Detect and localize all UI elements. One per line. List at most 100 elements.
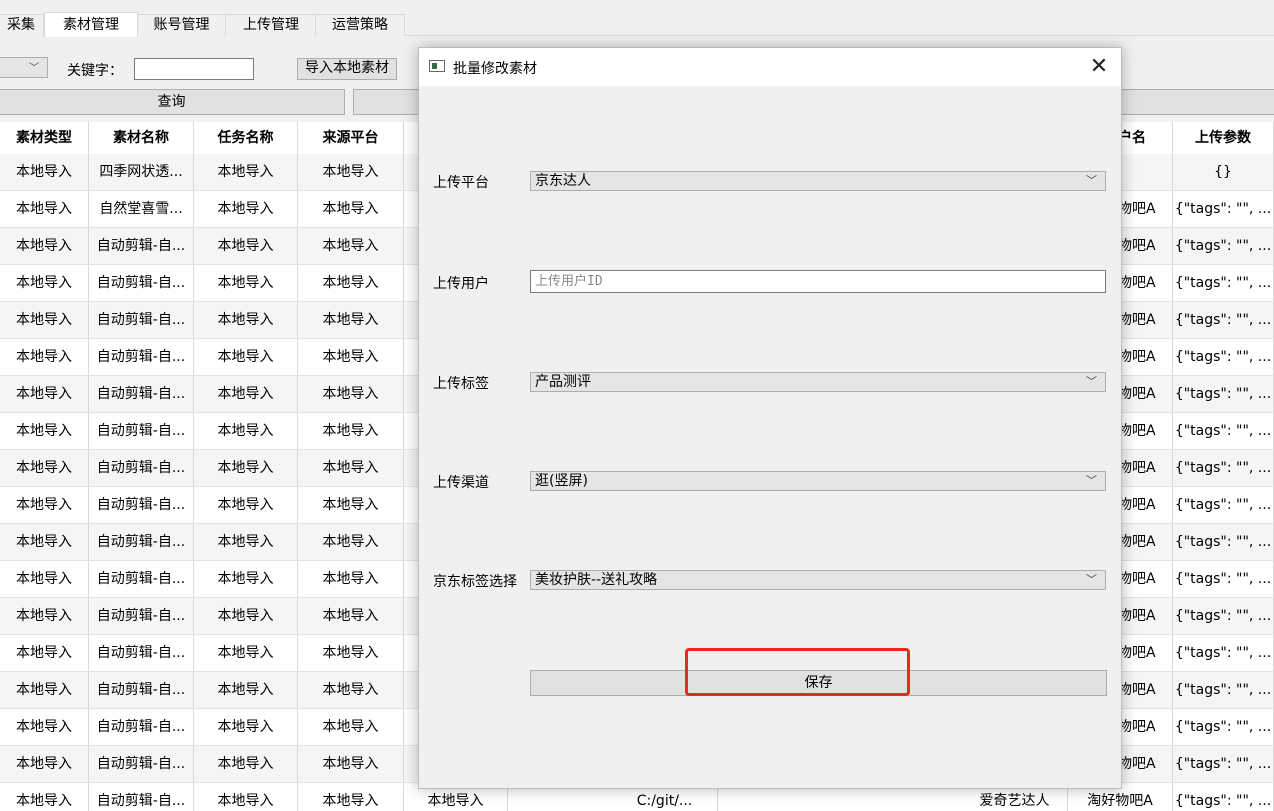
tab-collect[interactable]: 采集 [0, 14, 44, 36]
table-cell: 本地导入 [0, 709, 89, 745]
table-cell: {"tags": "", ... [1173, 376, 1274, 412]
table-cell: {"tags": "", ... [1173, 339, 1274, 375]
chevron-down-icon: ﹀ [29, 63, 39, 74]
import-local-button[interactable]: 导入本地素材 [297, 58, 397, 80]
table-cell: 本地导入 [194, 191, 298, 227]
table-cell: 自动剪辑-自... [89, 450, 194, 486]
table-cell: 本地导入 [0, 524, 89, 560]
table-cell: 物吧A [1118, 672, 1173, 708]
column-header[interactable]: 任务名称 [194, 122, 298, 154]
close-icon[interactable]: ✕ [1077, 48, 1121, 86]
table-cell [1118, 154, 1173, 190]
table-cell: {"tags": "", ... [1173, 746, 1274, 782]
table-cell: 本地导入 [298, 672, 404, 708]
highlight-box [685, 648, 910, 696]
table-cell: 自动剪辑-自... [89, 783, 194, 811]
table-cell: {"tags": "", ... [1173, 265, 1274, 301]
table-cell: 本地导入 [0, 413, 89, 449]
table-cell: 自动剪辑-自... [89, 265, 194, 301]
chevron-down-icon: ﹀ [1086, 573, 1097, 586]
table-cell: 本地导入 [0, 450, 89, 486]
upload-channel-value: 逛(竖屏) [535, 473, 588, 489]
table-cell: 本地导入 [0, 598, 89, 634]
tab-strategy[interactable]: 运营策略 [315, 14, 405, 36]
table-cell: 本地导入 [0, 783, 89, 811]
table-cell: 本地导入 [194, 598, 298, 634]
upload-user-input[interactable]: 上传用户ID [530, 270, 1106, 293]
table-cell: 本地导入 [194, 524, 298, 560]
table-cell: 自动剪辑-自... [89, 746, 194, 782]
table-cell: 本地导入 [0, 339, 89, 375]
table-cell: 自动剪辑-自... [89, 598, 194, 634]
table-cell: 本地导入 [194, 561, 298, 597]
table-cell: {"tags": "", ... [1173, 561, 1274, 597]
upload-tag-select[interactable]: 产品测评 ﹀ [530, 372, 1106, 392]
filter-dropdown[interactable]: ﹀ [0, 57, 48, 78]
upload-platform-select[interactable]: 京东达人 ﹀ [530, 171, 1106, 191]
table-cell: 物吧A [1118, 450, 1173, 486]
table-cell: 本地导入 [194, 746, 298, 782]
dialog-title: 批量修改素材 [453, 61, 537, 77]
table-cell: {"tags": "", ... [1173, 191, 1274, 227]
upload-platform-label: 上传平台 [433, 175, 489, 191]
upload-channel-select[interactable]: 逛(竖屏) ﹀ [530, 471, 1106, 491]
column-header[interactable]: 户名 [1118, 122, 1173, 154]
table-cell: 物吧A [1118, 746, 1173, 782]
jd-tag-select[interactable]: 美妆护肤--送礼攻略 ﹀ [530, 570, 1106, 590]
table-cell: {"tags": "", ... [1173, 228, 1274, 264]
table-cell: {"tags": "", ... [1173, 450, 1274, 486]
upload-channel-label: 上传渠道 [433, 475, 489, 491]
table-cell: 本地导入 [298, 191, 404, 227]
table-cell: 本地导入 [0, 672, 89, 708]
table-cell: 本地导入 [194, 339, 298, 375]
table-cell: 本地导入 [194, 783, 298, 811]
table-cell: 物吧A [1118, 413, 1173, 449]
table-cell: 本地导入 [194, 709, 298, 745]
table-cell: 本地导入 [298, 265, 404, 301]
table-cell: 本地导入 [298, 302, 404, 338]
table-cell: 物吧A [1118, 302, 1173, 338]
table-cell: 物吧A [1118, 191, 1173, 227]
table-cell: 本地导入 [0, 746, 89, 782]
tab-upload[interactable]: 上传管理 [225, 14, 317, 36]
table-cell: 本地导入 [0, 154, 89, 190]
table-cell: 本地导入 [194, 265, 298, 301]
table-cell: 自动剪辑-自... [89, 376, 194, 412]
table-cell: 本地导入 [194, 672, 298, 708]
column-header[interactable]: 上传参数 [1173, 122, 1274, 154]
table-cell: 本地导入 [194, 228, 298, 264]
upload-tag-label: 上传标签 [433, 376, 489, 392]
upload-user-label: 上传用户 [433, 276, 489, 292]
table-cell: 自动剪辑-自... [89, 561, 194, 597]
dialog-titlebar: 批量修改素材 ✕ [419, 48, 1121, 86]
table-cell: {"tags": "", ... [1173, 413, 1274, 449]
tab-material[interactable]: 素材管理 [44, 12, 138, 37]
table-cell: 自然堂喜雪... [89, 191, 194, 227]
table-cell: 本地导入 [298, 635, 404, 671]
table-cell: 本地导入 [194, 376, 298, 412]
table-cell: 本地导入 [194, 413, 298, 449]
keyword-input[interactable] [134, 58, 254, 80]
column-header[interactable]: 来源平台 [298, 122, 404, 154]
table-cell: {"tags": "", ... [1173, 302, 1274, 338]
column-header[interactable]: 素材名称 [89, 122, 194, 154]
table-cell: 本地导入 [298, 228, 404, 264]
table-cell: 自动剪辑-自... [89, 339, 194, 375]
jd-tag-value: 美妆护肤--送礼攻略 [535, 572, 658, 588]
table-cell: 自动剪辑-自... [89, 413, 194, 449]
table-cell: {"tags": "", ... [1173, 672, 1274, 708]
table-cell: {"tags": "", ... [1173, 635, 1274, 671]
query-button[interactable]: 查询 [0, 89, 345, 115]
table-cell: 物吧A [1118, 598, 1173, 634]
column-header[interactable]: 素材类型 [0, 122, 89, 154]
table-cell: 自动剪辑-自... [89, 487, 194, 523]
table-cell: 自动剪辑-自... [89, 228, 194, 264]
table-cell: 物吧A [1118, 709, 1173, 745]
table-cell: 本地导入 [298, 154, 404, 190]
table-cell: 本地导入 [298, 524, 404, 560]
table-cell: 本地导入 [0, 487, 89, 523]
table-cell: 本地导入 [298, 783, 404, 811]
tab-account[interactable]: 账号管理 [136, 14, 227, 36]
table-cell: 物吧A [1118, 228, 1173, 264]
table-cell: 本地导入 [0, 302, 89, 338]
